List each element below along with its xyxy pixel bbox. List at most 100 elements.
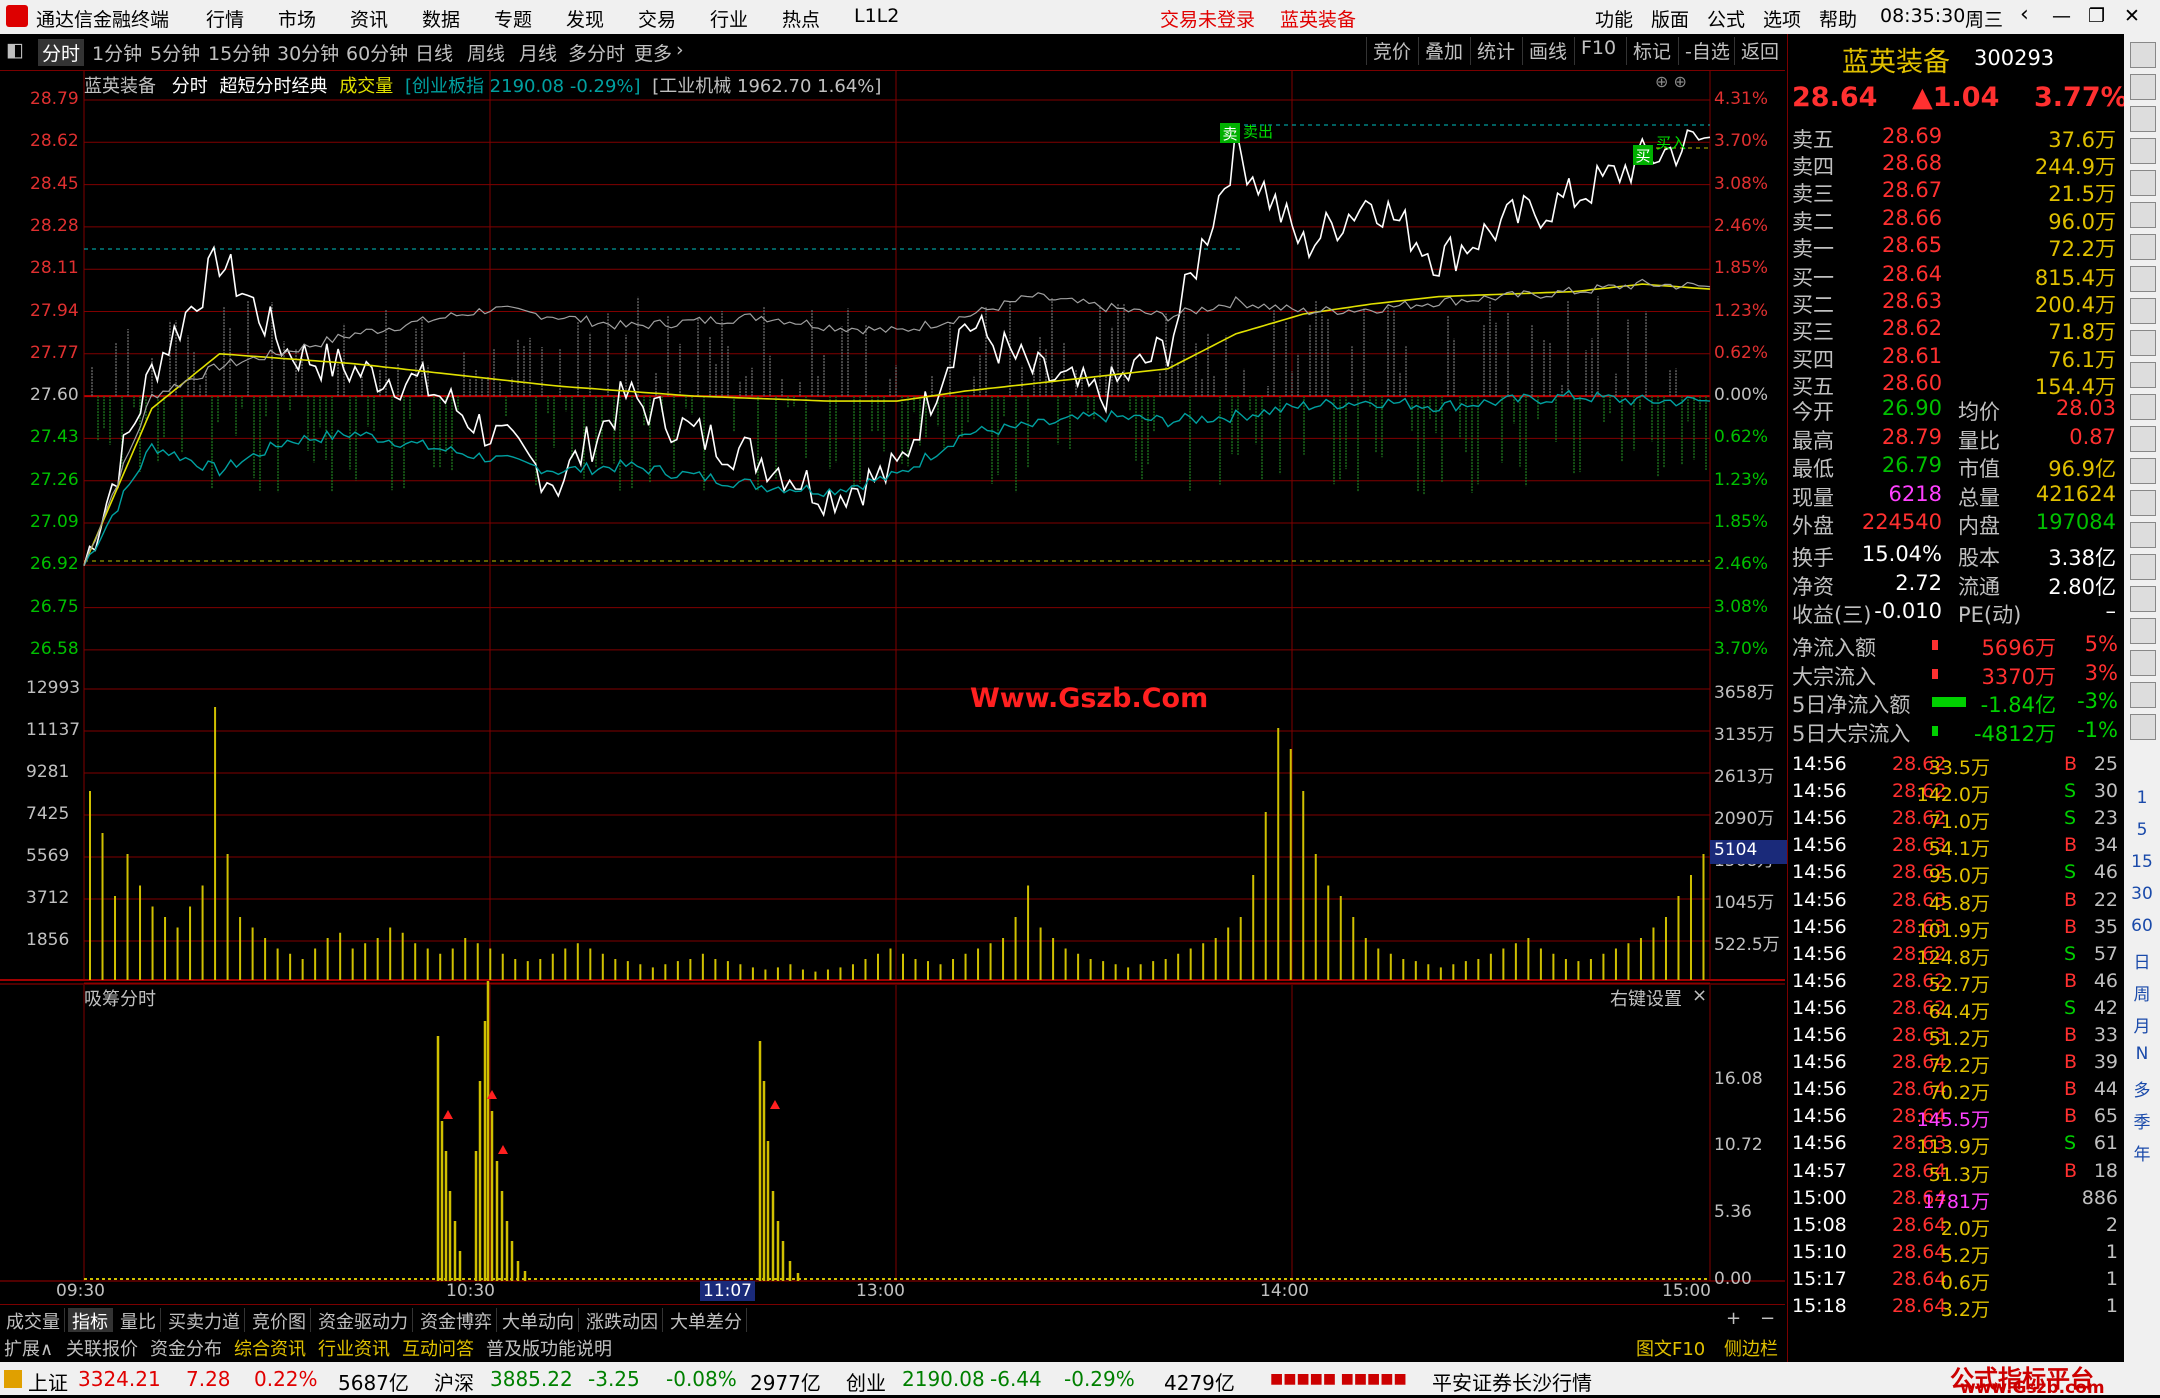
chart-expand-icons[interactable]: ⊕ ⊕ xyxy=(1655,72,1687,91)
menu-shichang[interactable]: 市场 xyxy=(278,5,316,32)
menu-shuju[interactable]: 数据 xyxy=(422,5,460,32)
period-button[interactable]: 日 xyxy=(2130,948,2154,973)
order-book-row[interactable]: 卖一 28.65 72.2万 xyxy=(1792,233,2120,261)
btn-f10[interactable]: F10 xyxy=(1574,37,1622,65)
tab-dadandongxiang[interactable]: 大单动向 xyxy=(498,1308,579,1334)
btn-huaxian[interactable]: 画线 xyxy=(1522,37,1573,65)
f2-icon[interactable] xyxy=(2130,426,2156,452)
period-button[interactable]: 年 xyxy=(2130,1140,2154,1165)
chevron-right-icon[interactable]: › xyxy=(676,39,684,61)
tab-hangyezixun[interactable]: 行业资讯 xyxy=(318,1335,390,1361)
btn-tuwen-f10[interactable]: 图文F10 xyxy=(1636,1335,1705,1361)
btn-jingjia[interactable]: 竞价 xyxy=(1366,37,1417,65)
f1-icon[interactable] xyxy=(2130,394,2156,420)
restore-icon[interactable]: ❐ xyxy=(2088,5,2105,27)
tab-zijinboyi[interactable]: 资金博弈 xyxy=(416,1308,497,1334)
tab-fenshi[interactable]: 分时 xyxy=(38,39,85,66)
menu-xuanxiang[interactable]: 选项 xyxy=(1763,5,1801,32)
period-button[interactable]: 30 xyxy=(2130,884,2154,908)
tab-15min[interactable]: 15分钟 xyxy=(208,39,270,66)
tab-30min[interactable]: 30分钟 xyxy=(277,39,339,66)
news-icon[interactable] xyxy=(2130,522,2156,548)
candle-icon[interactable] xyxy=(2130,234,2156,260)
fund-icon[interactable] xyxy=(2130,298,2156,324)
grid-icon[interactable] xyxy=(2130,362,2156,388)
tab-guanlianbaojia[interactable]: 关联报价 xyxy=(66,1335,138,1361)
tab-liangbi[interactable]: 量比 xyxy=(116,1308,161,1334)
up-icon[interactable] xyxy=(2130,74,2156,100)
grid2-icon[interactable] xyxy=(2130,714,2156,740)
line2-icon[interactable] xyxy=(2130,554,2156,580)
zoom-in-icon[interactable]: + xyxy=(1722,1308,1745,1329)
tab-chengjiaoliang[interactable]: 成交量 xyxy=(2,1308,65,1334)
tab-zhangdiedongyin[interactable]: 涨跌动因 xyxy=(582,1308,663,1334)
tab-multi[interactable]: 多分时 xyxy=(568,39,625,66)
tab-zonghezixun[interactable]: 综合资讯 xyxy=(234,1335,306,1361)
zoom-out-icon[interactable]: − xyxy=(1756,1308,1779,1329)
btn-sidebar[interactable]: 侧边栏《 xyxy=(1724,1335,1796,1361)
tab-monthly[interactable]: 月线 xyxy=(519,39,557,66)
period-button[interactable]: N xyxy=(2130,1044,2154,1068)
tab-dadanchafen[interactable]: 大单差分 xyxy=(666,1308,747,1334)
expand-icon[interactable] xyxy=(2130,42,2156,68)
period-button[interactable]: 周 xyxy=(2130,980,2154,1005)
tab-zhibiao[interactable]: 指标 xyxy=(68,1308,113,1334)
menu-faxian[interactable]: 发现 xyxy=(566,5,604,32)
order-book-row[interactable]: 买一 28.64 815.4万 xyxy=(1792,262,2120,290)
menu-redian[interactable]: 热点 xyxy=(782,5,820,32)
tab-more[interactable]: 更多 xyxy=(634,39,672,66)
list-icon[interactable] xyxy=(2130,266,2156,292)
up-icon[interactable] xyxy=(2130,106,2156,132)
stock-icon[interactable] xyxy=(2130,330,2156,356)
menu-zhuanti[interactable]: 专题 xyxy=(494,5,532,32)
btn-diejia[interactable]: 叠加 xyxy=(1418,37,1469,65)
subchart-close-icon[interactable]: × xyxy=(1692,985,1707,1006)
order-book-row[interactable]: 买二 28.63 200.4万 xyxy=(1792,289,2120,317)
order-book-row[interactable]: 卖三 28.67 21.5万 xyxy=(1792,178,2120,206)
period-button[interactable]: 5 xyxy=(2130,820,2154,844)
toggle-panel-icon[interactable]: ◧ xyxy=(6,39,24,61)
hs-name[interactable]: 沪深 xyxy=(434,1367,474,1396)
menu-hangye[interactable]: 行业 xyxy=(710,5,748,32)
tab-gongnengshuoming[interactable]: 普及版功能说明 xyxy=(486,1335,612,1361)
menu-jiaoyi[interactable]: 交易 xyxy=(638,5,676,32)
btn-fanhui[interactable]: 返回 xyxy=(1734,37,1785,65)
tab-zijinfenbu[interactable]: 资金分布 xyxy=(150,1335,222,1361)
tab-jingjiatu[interactable]: 竞价图 xyxy=(248,1308,311,1334)
period-button[interactable]: 季 xyxy=(2130,1108,2154,1133)
tab-5min[interactable]: 5分钟 xyxy=(150,39,200,66)
order-book-row[interactable]: 买四 28.61 76.1万 xyxy=(1792,344,2120,372)
btn-zixuan[interactable]: -自选 xyxy=(1678,37,1736,65)
f5-icon[interactable] xyxy=(2130,682,2156,708)
tab-kuozhan[interactable]: 扩展∧ xyxy=(4,1335,53,1361)
bar-icon[interactable] xyxy=(2130,586,2156,612)
close-icon[interactable]: ✕ xyxy=(2124,5,2140,27)
order-book-row[interactable]: 卖四 28.68 244.9万 xyxy=(1792,151,2120,179)
chart-icon[interactable] xyxy=(2130,138,2156,164)
globe-icon[interactable] xyxy=(2130,458,2156,484)
menu-l1l2[interactable]: L1L2 xyxy=(854,5,899,27)
subchart-settings[interactable]: 右键设置 xyxy=(1610,985,1682,1011)
btn-tongji[interactable]: 统计 xyxy=(1470,37,1521,65)
cy-name[interactable]: 创业 xyxy=(846,1367,886,1396)
sh-name[interactable]: 上证 xyxy=(28,1367,68,1396)
menu-gongneng[interactable]: 功能 xyxy=(1595,5,1633,32)
header-indicator[interactable]: 成交量 xyxy=(339,76,393,97)
tab-1min[interactable]: 1分钟 xyxy=(92,39,142,66)
menu-gongshi[interactable]: 公式 xyxy=(1707,5,1745,32)
pct-icon[interactable] xyxy=(2130,618,2156,644)
cube-icon[interactable] xyxy=(2130,490,2156,516)
minimize-icon[interactable]: — xyxy=(2052,5,2071,27)
table-icon[interactable] xyxy=(2130,170,2156,196)
period-button[interactable]: 15 xyxy=(2130,852,2154,876)
intraday-chart[interactable] xyxy=(0,71,1785,1304)
menu-zixun[interactable]: 资讯 xyxy=(350,5,388,32)
period-button[interactable]: 60 xyxy=(2130,916,2154,940)
back-arrow-icon[interactable]: ‹ xyxy=(2020,2,2029,27)
menu-hangqing[interactable]: 行情 xyxy=(206,5,244,32)
tab-maimailidao[interactable]: 买卖力道 xyxy=(164,1308,245,1334)
menu-banmian[interactable]: 版面 xyxy=(1651,5,1689,32)
period-button[interactable]: 月 xyxy=(2130,1012,2154,1037)
tab-daily[interactable]: 日线 xyxy=(415,39,453,66)
order-book-row[interactable]: 买三 28.62 71.8万 xyxy=(1792,316,2120,344)
